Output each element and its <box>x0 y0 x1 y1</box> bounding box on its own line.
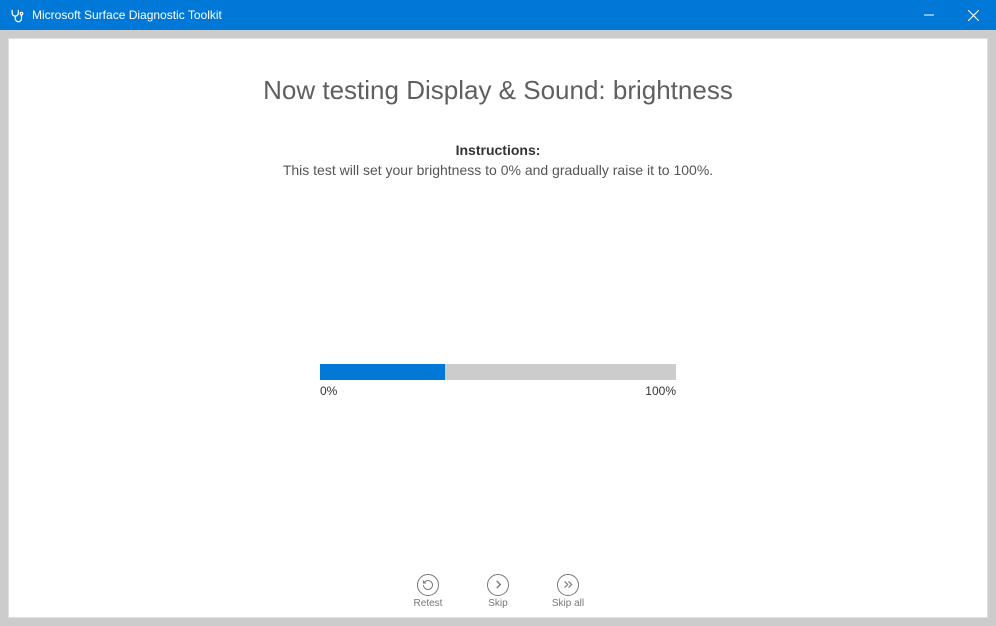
main-content: Now testing Display & Sound: brightness … <box>9 39 987 567</box>
content-card: Now testing Display & Sound: brightness … <box>8 38 988 618</box>
instructions-text: This test will set your brightness to 0%… <box>283 162 713 178</box>
skip-button[interactable]: Skip <box>473 574 523 609</box>
skip-all-label: Skip all <box>552 598 584 609</box>
progress-labels: 0% 100% <box>320 384 676 398</box>
window-controls <box>906 0 996 30</box>
window-title: Microsoft Surface Diagnostic Toolkit <box>32 8 222 22</box>
footer-actions: Retest Skip Skip all <box>9 567 987 617</box>
titlebar: Microsoft Surface Diagnostic Toolkit <box>0 0 996 30</box>
window-body: Now testing Display & Sound: brightness … <box>0 30 996 626</box>
progress-container: 0% 100% <box>320 364 676 398</box>
retest-icon <box>417 574 439 596</box>
retest-button[interactable]: Retest <box>403 574 453 609</box>
skip-all-button[interactable]: Skip all <box>543 574 593 609</box>
retest-label: Retest <box>414 598 443 609</box>
progress-min-label: 0% <box>320 384 337 398</box>
progress-bar <box>320 364 676 380</box>
skip-icon <box>487 574 509 596</box>
progress-fill <box>320 364 445 380</box>
skip-all-icon <box>557 574 579 596</box>
progress-max-label: 100% <box>645 384 676 398</box>
stethoscope-icon <box>8 7 24 23</box>
close-button[interactable] <box>951 0 996 30</box>
minimize-button[interactable] <box>906 0 951 30</box>
instructions-label: Instructions: <box>456 142 541 158</box>
page-title: Now testing Display & Sound: brightness <box>263 75 733 106</box>
skip-label: Skip <box>488 598 507 609</box>
